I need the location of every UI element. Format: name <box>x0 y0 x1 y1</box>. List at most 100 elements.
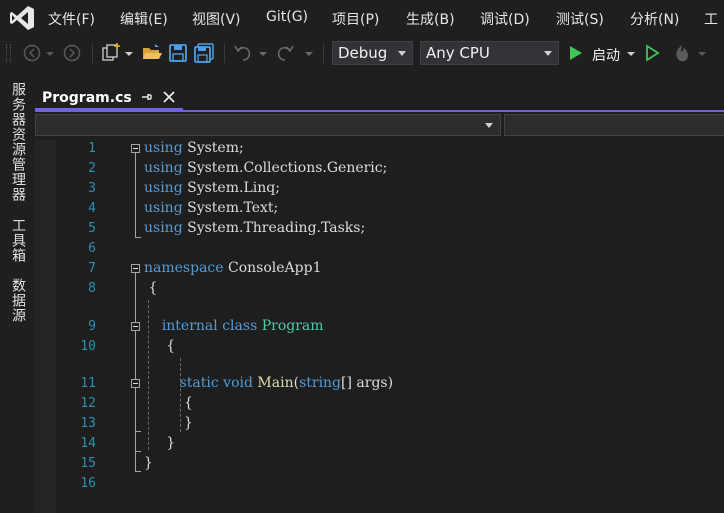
code-token: class <box>222 318 258 334</box>
new-project-icon[interactable] <box>100 42 122 64</box>
menu-tools[interactable]: 工 <box>704 9 718 29</box>
collapse-method-icon[interactable] <box>131 379 140 388</box>
code-token: [] args) <box>341 375 394 391</box>
code-token: namespace <box>144 260 224 276</box>
selection-margin <box>34 140 56 513</box>
pin-icon[interactable] <box>139 90 153 104</box>
standard-toolbar: Debug Any CPU 启动 <box>0 36 724 70</box>
solution-configuration-dropdown[interactable]: Debug <box>332 41 413 65</box>
line-number: 8 <box>88 281 96 296</box>
code-line[interactable]: using System.Threading.Tasks; <box>144 220 365 236</box>
active-tab-indicator <box>35 108 183 111</box>
visual-studio-logo-icon[interactable] <box>8 4 36 32</box>
outline-line <box>135 451 141 452</box>
code-token: System.Threading.Tasks; <box>182 220 366 236</box>
code-line[interactable]: using System.Collections.Generic; <box>144 160 387 176</box>
menu-git[interactable]: Git(G) <box>266 9 308 25</box>
code-line[interactable]: static void Main(string[] args) <box>144 375 393 391</box>
start-without-debugging-icon[interactable] <box>643 42 661 64</box>
navigate-forward-icon[interactable] <box>62 42 82 64</box>
menu-build[interactable]: 生成(B) <box>406 9 455 29</box>
toolbar-separator <box>92 43 93 63</box>
redo-icon[interactable] <box>274 42 296 64</box>
outline-line <box>135 431 141 432</box>
code-token: System.Text; <box>182 200 279 216</box>
member-dropdown[interactable] <box>504 114 724 136</box>
solution-platform-dropdown[interactable]: Any CPU <box>420 41 559 65</box>
code-token: System.Linq; <box>182 180 280 196</box>
menu-edit[interactable]: 编辑(E) <box>120 9 168 29</box>
code-token: using <box>144 200 183 216</box>
line-number: 15 <box>80 456 96 471</box>
menu-file[interactable]: 文件(F) <box>48 9 95 29</box>
navigate-back-dropdown-icon[interactable] <box>45 42 55 64</box>
code-token: void <box>223 375 253 391</box>
solution-platform-value: Any CPU <box>426 44 490 62</box>
line-number: 10 <box>80 339 96 354</box>
toolbox-tab[interactable]: 工具箱 <box>8 218 28 263</box>
code-token: using <box>144 220 183 236</box>
server-explorer-tab[interactable]: 服务器资源管理器 <box>8 82 28 202</box>
code-line[interactable]: } <box>144 455 153 471</box>
start-debugging-icon[interactable] <box>567 42 585 64</box>
new-project-dropdown-icon[interactable] <box>124 42 134 64</box>
code-token: } <box>144 435 176 451</box>
type-members-dropdown[interactable] <box>35 114 501 136</box>
menu-test[interactable]: 测试(S) <box>556 9 604 29</box>
code-line[interactable]: using System.Linq; <box>144 180 280 196</box>
start-debugging-dropdown-icon[interactable] <box>626 42 636 64</box>
start-debugging-button[interactable]: 启动 <box>592 45 620 65</box>
code-token: using <box>144 180 183 196</box>
code-token: internal <box>161 318 218 334</box>
toolbar-grip[interactable] <box>6 44 11 62</box>
code-line[interactable]: { <box>144 338 175 354</box>
code-line[interactable]: internal class Program <box>144 318 324 334</box>
chevron-down-icon <box>485 123 493 128</box>
code-line[interactable]: } <box>144 435 175 451</box>
undo-dropdown-icon[interactable] <box>258 42 268 64</box>
navigate-back-icon[interactable] <box>22 42 42 64</box>
data-sources-tab[interactable]: 数据源 <box>8 278 28 323</box>
code-token: using <box>144 160 183 176</box>
outline-line <box>135 471 141 472</box>
line-number: 5 <box>88 221 96 236</box>
code-editor[interactable]: 1 2 3 4 5 6 7 8 9 10 11 12 13 14 15 16 using System; usi… <box>34 140 724 513</box>
line-number: 2 <box>88 161 96 176</box>
line-number: 6 <box>88 241 96 256</box>
redo-dropdown-icon[interactable] <box>304 42 314 64</box>
undo-icon[interactable] <box>232 42 254 64</box>
code-token: System; <box>182 140 244 156</box>
code-token: static <box>179 375 219 391</box>
toolbar-separator <box>323 43 324 63</box>
menu-debug[interactable]: 调试(D) <box>480 9 530 29</box>
left-tool-window-strip: 服务器资源管理器 工具箱 数据源 <box>0 70 34 513</box>
code-token: { <box>144 280 158 296</box>
open-folder-icon[interactable] <box>141 42 163 64</box>
menu-project[interactable]: 项目(P) <box>332 9 379 29</box>
line-number: 1 <box>88 141 96 156</box>
collapse-namespace-icon[interactable] <box>131 264 140 273</box>
code-line[interactable]: { <box>144 395 193 411</box>
code-token: Main <box>257 375 294 391</box>
save-icon[interactable] <box>167 42 189 64</box>
line-number: 3 <box>88 181 96 196</box>
menu-analyze[interactable]: 分析(N) <box>630 9 679 29</box>
tab-program-cs[interactable]: Program.cs <box>35 84 183 110</box>
hot-reload-dropdown-icon[interactable] <box>697 42 707 64</box>
outline-line <box>135 237 141 238</box>
code-line[interactable]: using System; <box>144 140 244 156</box>
collapse-using-block-icon[interactable] <box>131 144 140 153</box>
line-number: 9 <box>88 319 96 334</box>
close-icon[interactable] <box>162 90 176 104</box>
hot-reload-icon[interactable] <box>670 42 694 64</box>
code-token: } <box>144 455 153 471</box>
code-line[interactable]: { <box>144 280 157 296</box>
save-all-icon[interactable] <box>193 42 215 64</box>
collapse-class-icon[interactable] <box>131 322 140 331</box>
code-line[interactable]: using System.Text; <box>144 200 278 216</box>
code-line[interactable]: namespace ConsoleApp1 <box>144 260 321 276</box>
menu-view[interactable]: 视图(V) <box>192 9 241 29</box>
code-line[interactable]: } <box>144 415 193 431</box>
line-number: 4 <box>88 201 96 216</box>
code-token: } <box>144 415 193 431</box>
